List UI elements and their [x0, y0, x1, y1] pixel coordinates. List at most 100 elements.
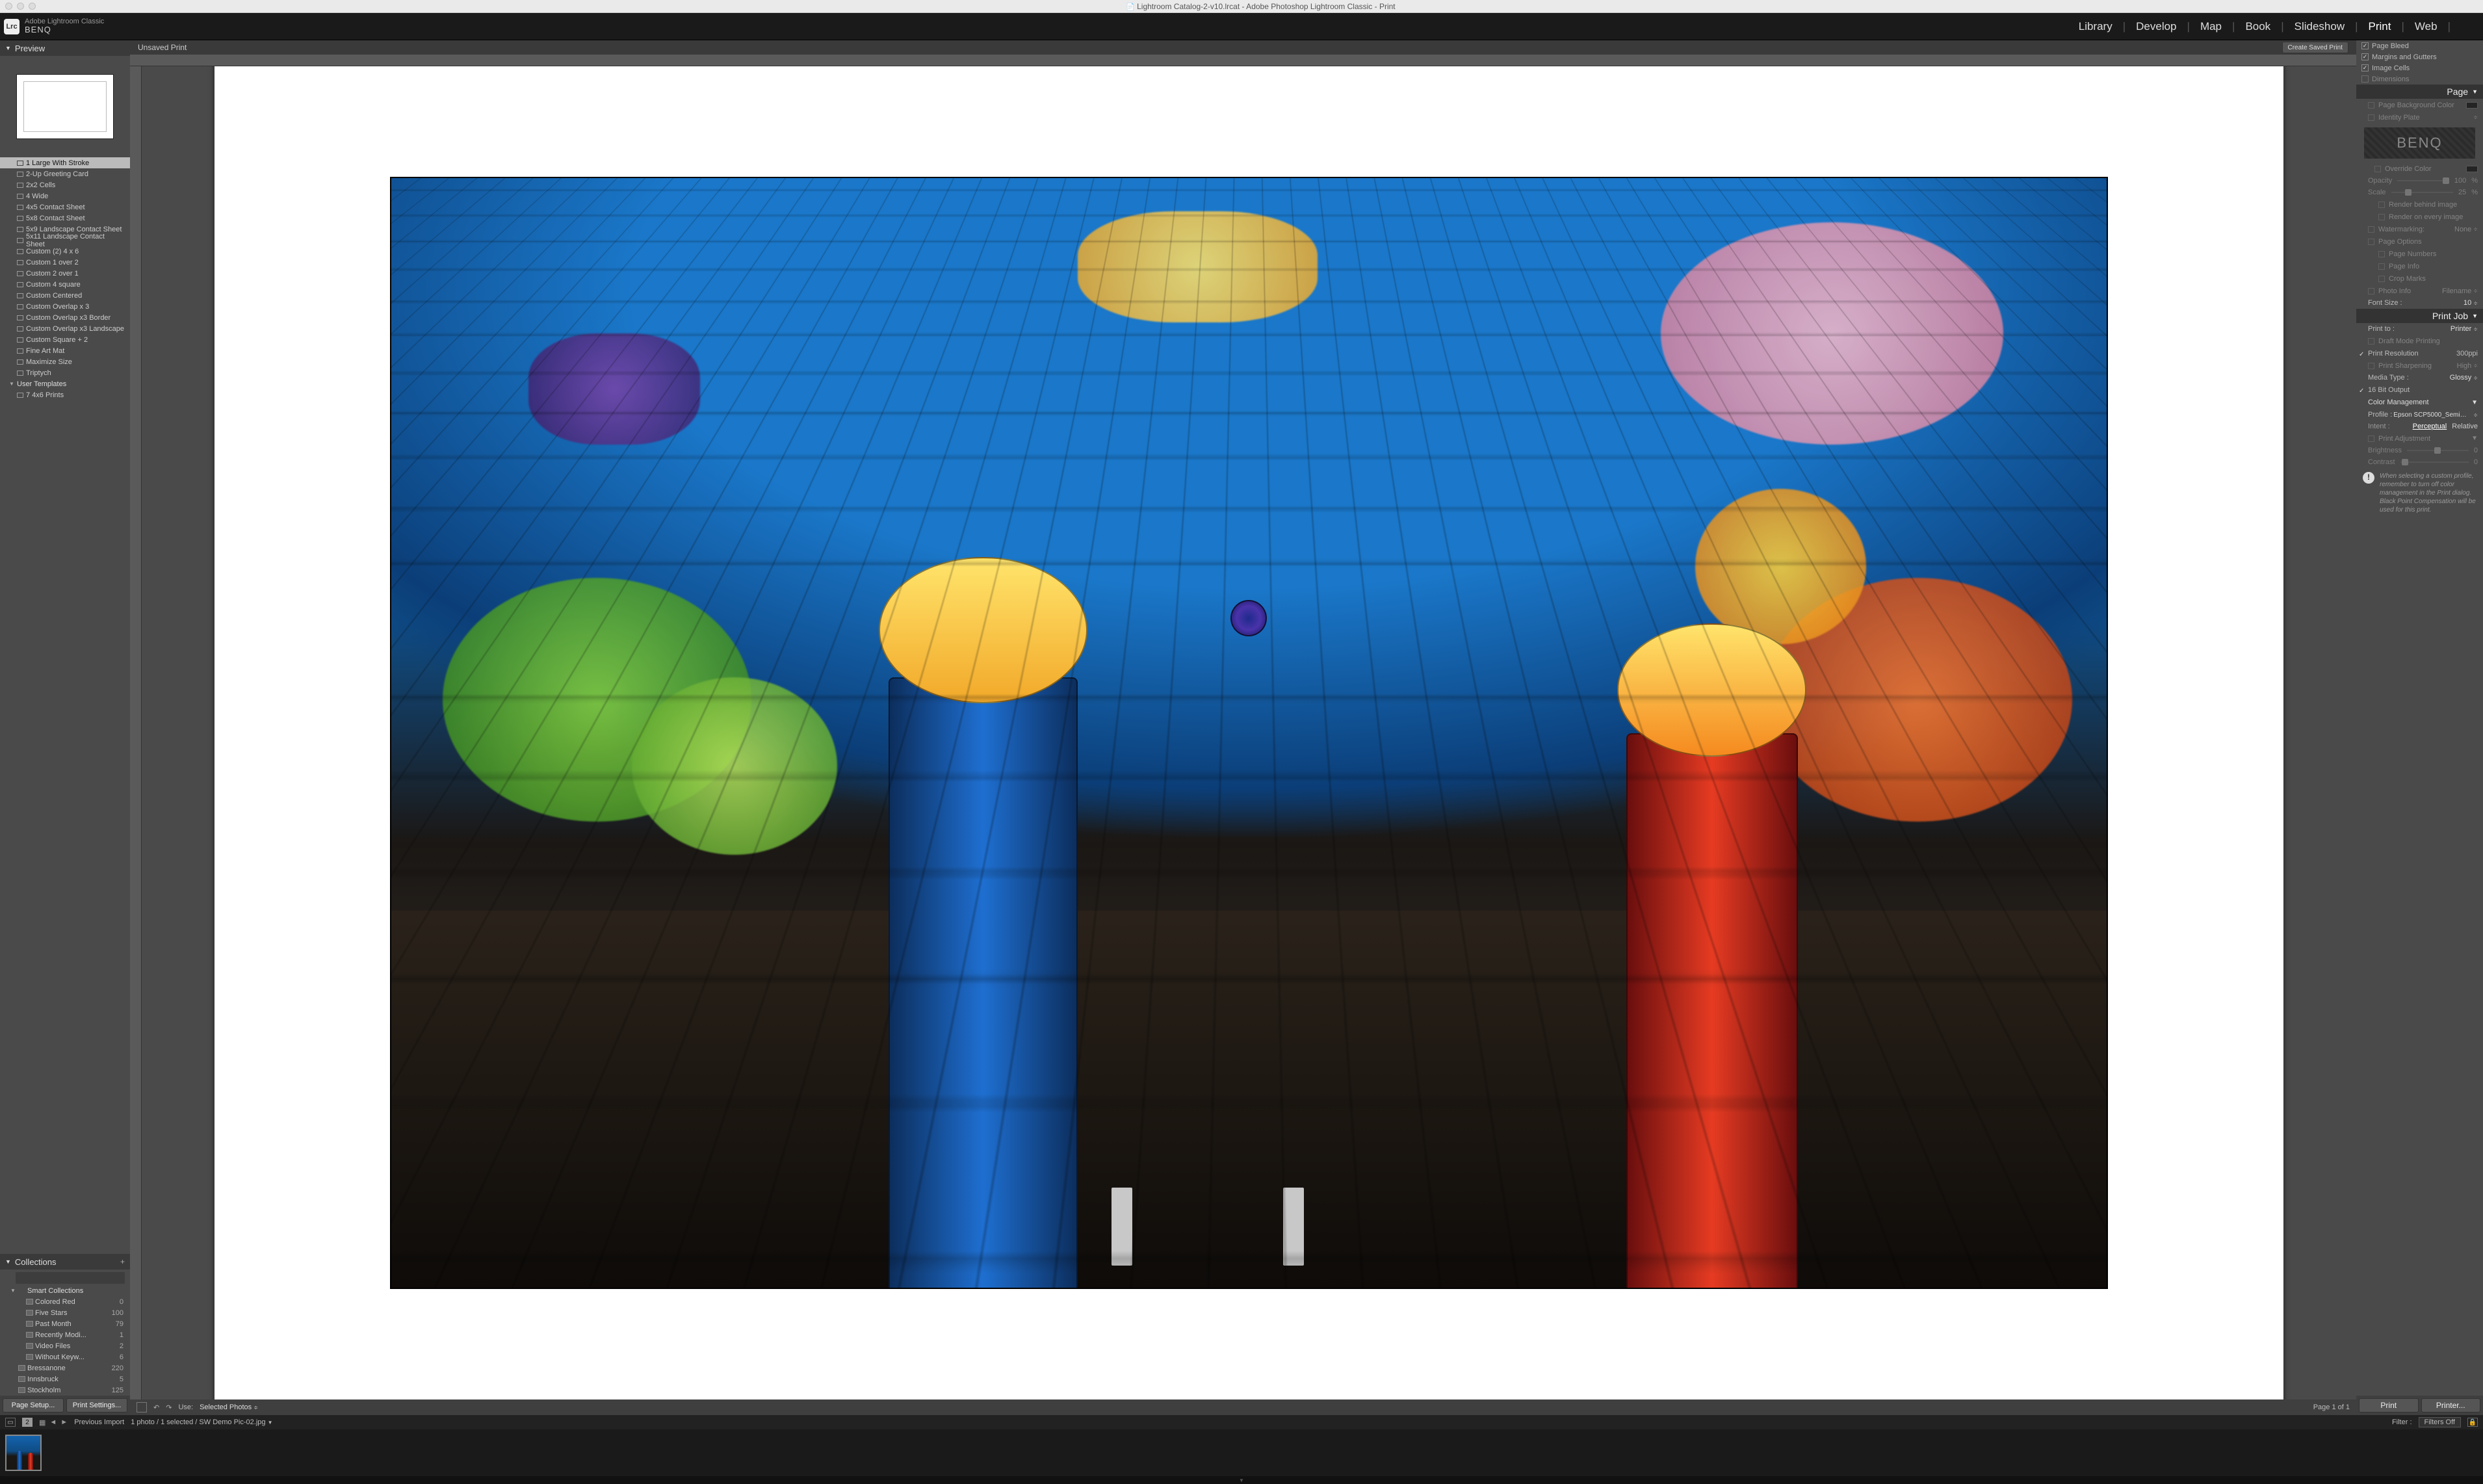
template-item[interactable]: 5x11 Landscape Contact Sheet — [0, 235, 130, 246]
checkbox-print-resolution[interactable] — [2359, 350, 2365, 357]
checkbox-identity-plate[interactable] — [2368, 114, 2374, 121]
intent-relative[interactable]: Relative — [2452, 423, 2478, 430]
collection-item[interactable]: Colored Red0 — [0, 1296, 130, 1307]
template-item[interactable]: Maximize Size — [0, 356, 130, 367]
template-item[interactable]: Custom Centered — [0, 290, 130, 301]
print-to-dropdown[interactable]: Printer — [2450, 325, 2471, 333]
collection-filter-input[interactable] — [16, 1272, 125, 1284]
template-item[interactable]: 2x2 Cells — [0, 179, 130, 190]
tab-web[interactable]: Web — [2404, 20, 2448, 33]
image-cell[interactable] — [390, 177, 2108, 1289]
printer-button[interactable]: Printer... — [2421, 1398, 2481, 1412]
collection-item[interactable]: Without Keyw...6 — [0, 1351, 130, 1362]
template-item[interactable]: Custom 4 square — [0, 279, 130, 290]
checkbox-margins-gutters[interactable] — [2361, 53, 2369, 60]
template-item[interactable]: Custom (2) 4 x 6 — [0, 246, 130, 257]
template-item[interactable]: 1 Large With Stroke — [0, 157, 130, 168]
window-controls[interactable] — [5, 3, 36, 10]
section-print-job[interactable]: Print Job▼ — [2356, 309, 2483, 323]
checkbox-crop-marks[interactable] — [2378, 276, 2385, 282]
template-item[interactable]: Custom Overlap x 3 — [0, 301, 130, 312]
checkbox-render-behind[interactable] — [2378, 202, 2385, 208]
collection-item[interactable]: Past Month79 — [0, 1318, 130, 1329]
tab-book[interactable]: Book — [2235, 20, 2281, 33]
template-item[interactable]: Custom 1 over 2 — [0, 257, 130, 268]
checkbox-page-bleed[interactable] — [2361, 42, 2369, 49]
template-item[interactable]: Custom Overlap x3 Landscape — [0, 323, 130, 334]
page-setup-button[interactable]: Page Setup... — [3, 1398, 64, 1412]
collection-item[interactable]: Bressanone220 — [0, 1362, 130, 1373]
template-item[interactable]: 4 Wide — [0, 190, 130, 202]
tab-develop[interactable]: Develop — [2126, 20, 2187, 33]
collections-panel-header[interactable]: ▼ Collections + — [0, 1254, 130, 1269]
tab-slideshow[interactable]: Slideshow — [2284, 20, 2356, 33]
undo-icon[interactable]: ↶ — [153, 1403, 159, 1412]
next-icon[interactable]: ► — [60, 1418, 68, 1427]
template-item[interactable]: 5x8 Contact Sheet — [0, 213, 130, 224]
template-item[interactable]: Custom 2 over 1 — [0, 268, 130, 279]
template-item[interactable]: 2-Up Greeting Card — [0, 168, 130, 179]
app-header: Lrc Adobe Lightroom Classic BENQ Library… — [0, 13, 2483, 40]
collection-item[interactable]: Recently Modi...1 — [0, 1329, 130, 1340]
source-label[interactable]: Previous Import — [74, 1418, 124, 1426]
collection-item[interactable]: Video Files2 — [0, 1340, 130, 1351]
tab-map[interactable]: Map — [2190, 20, 2232, 33]
add-icon[interactable]: + — [120, 1257, 125, 1266]
print-button[interactable]: Print — [2359, 1398, 2419, 1412]
template-group-user[interactable]: User Templates — [0, 378, 130, 389]
bg-color-swatch[interactable] — [2466, 102, 2478, 109]
color-management-header[interactable]: Color Management▼ — [2356, 396, 2483, 409]
filmstrip-resize-handle[interactable] — [0, 1476, 2483, 1484]
redo-icon[interactable]: ↷ — [166, 1403, 172, 1412]
prev-icon[interactable]: ◄ — [49, 1418, 57, 1427]
checkbox-page-bg[interactable] — [2368, 102, 2374, 109]
filmstrip-thumbnail[interactable] — [5, 1435, 42, 1471]
section-page[interactable]: Page▼ — [2356, 85, 2483, 99]
checkbox-watermarking[interactable] — [2368, 226, 2374, 233]
second-window-icon[interactable]: ▭ — [5, 1418, 16, 1427]
module-tabs: Library| Develop| Map| Book| Slideshow| … — [2068, 20, 2476, 33]
template-item[interactable]: Fine Art Mat — [0, 345, 130, 356]
override-color-swatch[interactable] — [2466, 166, 2478, 172]
checkbox-image-cells[interactable] — [2361, 64, 2369, 72]
checkbox-draft-mode[interactable] — [2368, 338, 2374, 345]
checkbox-print-sharpening[interactable] — [2368, 363, 2374, 369]
collection-group-smart[interactable]: Smart Collections — [0, 1285, 130, 1296]
checkbox-page-info[interactable] — [2378, 263, 2385, 270]
template-item[interactable]: Triptych — [0, 367, 130, 378]
window-layout-icon[interactable]: 2 — [22, 1418, 32, 1427]
intent-perceptual[interactable]: Perceptual — [2413, 423, 2447, 430]
checkbox-render-every[interactable] — [2378, 214, 2385, 220]
tab-print[interactable]: Print — [2358, 20, 2402, 33]
template-item[interactable]: Custom Square + 2 — [0, 334, 130, 345]
checkbox-print-adjustment[interactable] — [2368, 436, 2374, 442]
toolbar-toggle[interactable] — [136, 1402, 147, 1412]
print-settings-button[interactable]: Print Settings... — [66, 1398, 127, 1412]
checkbox-page-numbers[interactable] — [2378, 251, 2385, 257]
tab-library[interactable]: Library — [2068, 20, 2123, 33]
template-item[interactable]: Custom Overlap x3 Border — [0, 312, 130, 323]
checkbox-page-options[interactable] — [2368, 239, 2374, 245]
checkbox-16-bit[interactable] — [2359, 387, 2365, 393]
checkbox-photo-info[interactable] — [2368, 288, 2374, 294]
grid-view-icon[interactable]: ▦ — [39, 1418, 46, 1427]
print-page[interactable]: Page 1 of 1 Paper: A4 Printer: EPSON SC-… — [214, 66, 2284, 1399]
checkbox-dimensions[interactable] — [2361, 75, 2369, 83]
collection-item[interactable]: Stockholm125 — [0, 1385, 130, 1396]
filters-dropdown[interactable]: Filters Off — [2419, 1417, 2461, 1427]
template-item[interactable]: 7 4x6 Prints — [0, 389, 130, 400]
left-panel: ▼ Preview 1 Large With Stroke 2-Up Greet… — [0, 40, 130, 1415]
collection-item[interactable]: Innsbruck5 — [0, 1373, 130, 1385]
collection-item[interactable]: Five Stars100 — [0, 1307, 130, 1318]
filter-lock-icon[interactable]: 🔒 — [2467, 1418, 2478, 1427]
create-saved-print-button[interactable]: Create Saved Print — [2282, 42, 2349, 53]
template-item[interactable]: 4x5 Contact Sheet — [0, 202, 130, 213]
resolution-field[interactable]: 300 — [2456, 350, 2468, 358]
filmstrip[interactable] — [0, 1429, 2483, 1476]
checkbox-override-color[interactable] — [2374, 166, 2381, 172]
use-photos-dropdown[interactable]: Selected Photos ≑ — [200, 1403, 258, 1411]
profile-dropdown[interactable]: Epson SCP5000_SemiGloss_20... — [2393, 411, 2471, 419]
identity-plate-preview[interactable]: BENQ — [2364, 127, 2475, 159]
preview-panel-header[interactable]: ▼ Preview — [0, 40, 130, 56]
cloud-sync-icon[interactable] — [2456, 22, 2476, 31]
